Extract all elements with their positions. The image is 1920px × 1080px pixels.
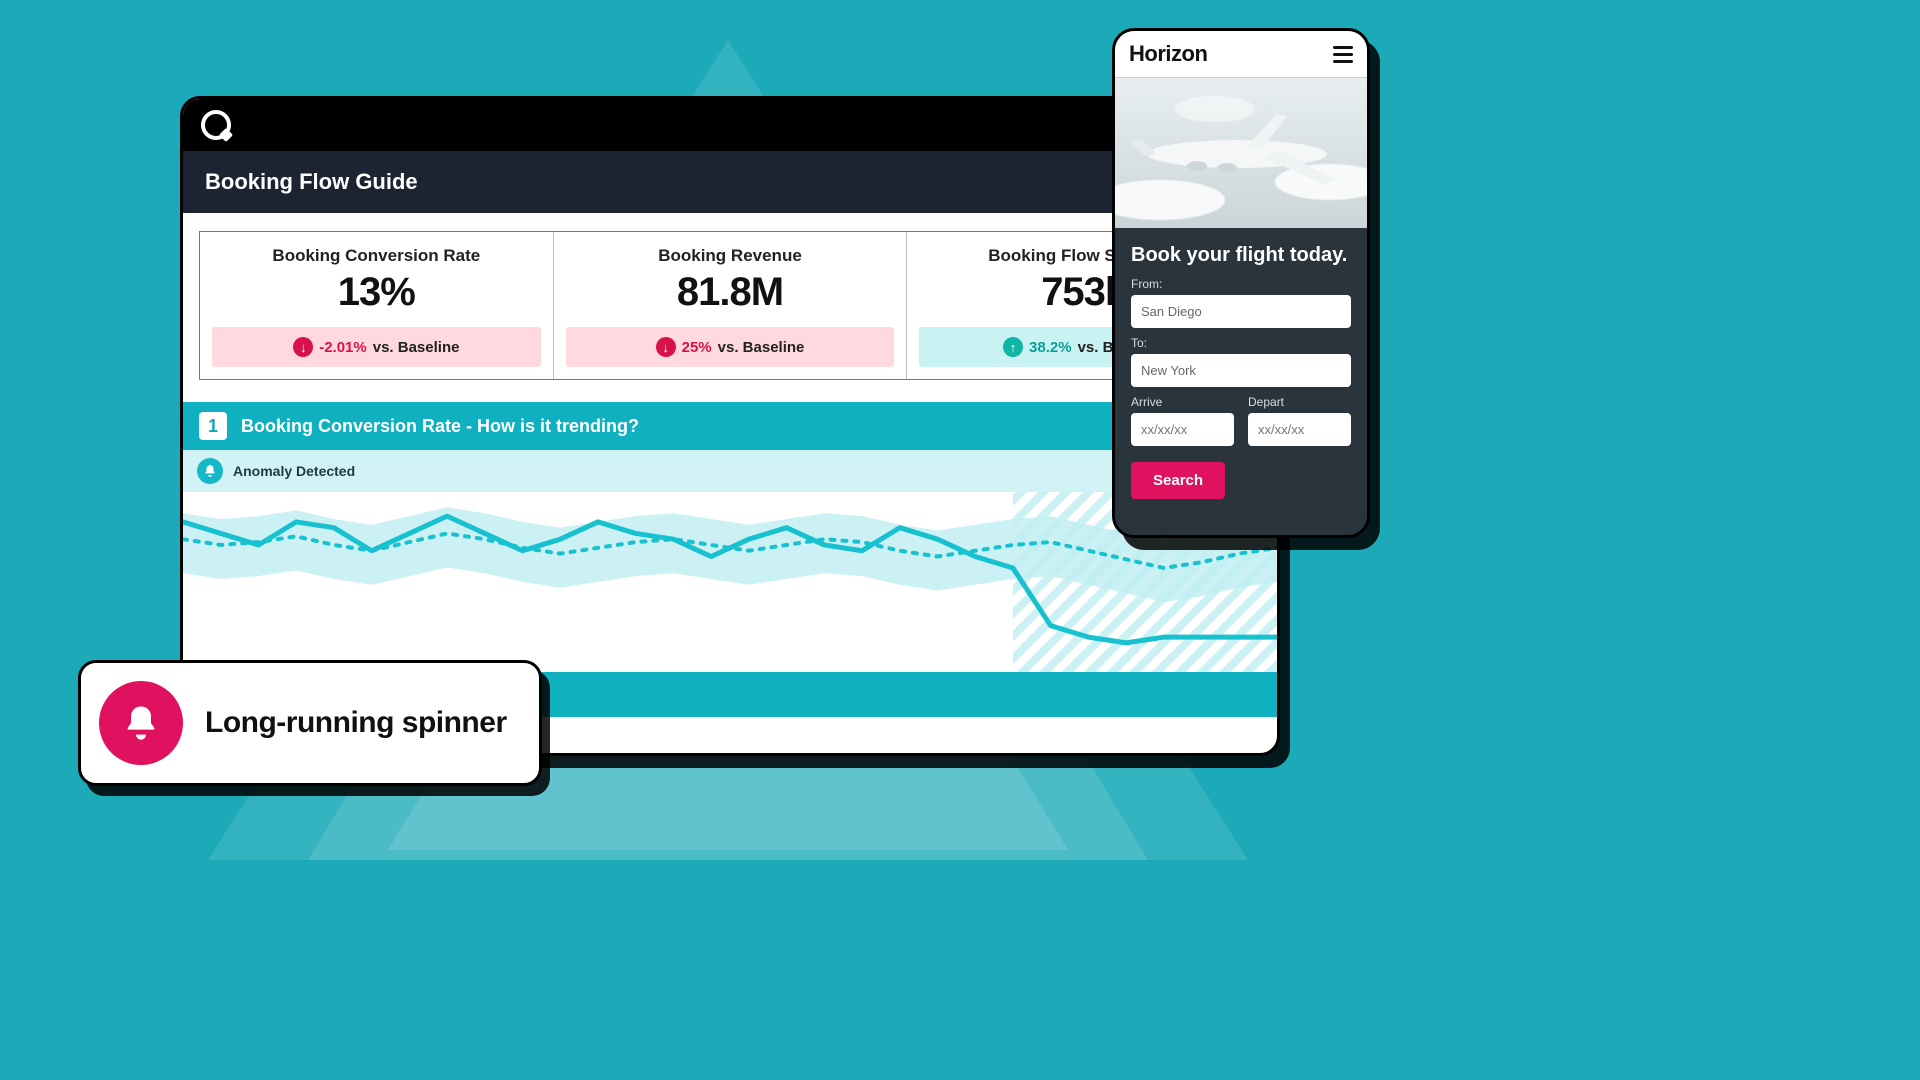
arrive-input[interactable]	[1131, 413, 1234, 446]
kpi-delta-pill: ↓ 25% vs. Baseline	[566, 327, 895, 367]
mobile-mock: Horizon Book your flight today. From: To…	[1112, 28, 1370, 538]
kpi-row: Booking Conversion Rate 13% ↓ -2.01% vs.…	[199, 231, 1261, 380]
kpi-delta-pill: ↓ -2.01% vs. Baseline	[212, 327, 541, 367]
hamburger-icon[interactable]	[1333, 46, 1353, 63]
kpi-delta: 38.2%	[1029, 339, 1072, 356]
kpi-value: 13%	[212, 270, 541, 315]
kpi-label: Booking Revenue	[566, 246, 895, 266]
alert-text: Long-running spinner	[205, 706, 507, 740]
search-button[interactable]: Search	[1131, 462, 1225, 499]
kpi-delta-suffix: vs. Baseline	[373, 339, 460, 356]
depart-label: Depart	[1248, 395, 1351, 409]
alert-toast[interactable]: Long-running spinner	[78, 660, 542, 786]
kpi-value: 81.8M	[566, 270, 895, 315]
kpi-conversion-rate[interactable]: Booking Conversion Rate 13% ↓ -2.01% vs.…	[200, 232, 554, 379]
kpi-delta-suffix: vs. Baseline	[718, 339, 805, 356]
mobile-form: Book your flight today. From: To: Arrive…	[1115, 228, 1367, 535]
bell-icon	[197, 458, 223, 484]
mobile-heading: Book your flight today.	[1131, 244, 1351, 267]
brand-logo-icon	[201, 110, 231, 140]
kpi-revenue[interactable]: Booking Revenue 81.8M ↓ 25% vs. Baseline	[554, 232, 908, 379]
to-label: To:	[1131, 336, 1351, 350]
arrow-up-icon: ↑	[1003, 337, 1023, 357]
alert-bell-icon	[99, 681, 183, 765]
arrow-down-icon: ↓	[656, 337, 676, 357]
kpi-label: Booking Conversion Rate	[212, 246, 541, 266]
anomaly-label: Anomaly Detected	[233, 463, 355, 479]
from-label: From:	[1131, 277, 1351, 291]
airplane-icon	[1127, 106, 1347, 206]
arrow-down-icon: ↓	[293, 337, 313, 357]
arrive-label: Arrive	[1131, 395, 1234, 409]
mobile-hero	[1115, 78, 1367, 228]
kpi-delta: 25%	[682, 339, 712, 356]
depart-input[interactable]	[1248, 413, 1351, 446]
mobile-brand: Horizon	[1129, 41, 1207, 67]
from-input[interactable]	[1131, 295, 1351, 328]
kpi-delta: -2.01%	[319, 339, 367, 356]
to-input[interactable]	[1131, 354, 1351, 387]
section-title: Booking Conversion Rate - How is it tren…	[241, 416, 639, 437]
mobile-topbar: Horizon	[1115, 31, 1367, 78]
section-number: 1	[199, 412, 227, 440]
